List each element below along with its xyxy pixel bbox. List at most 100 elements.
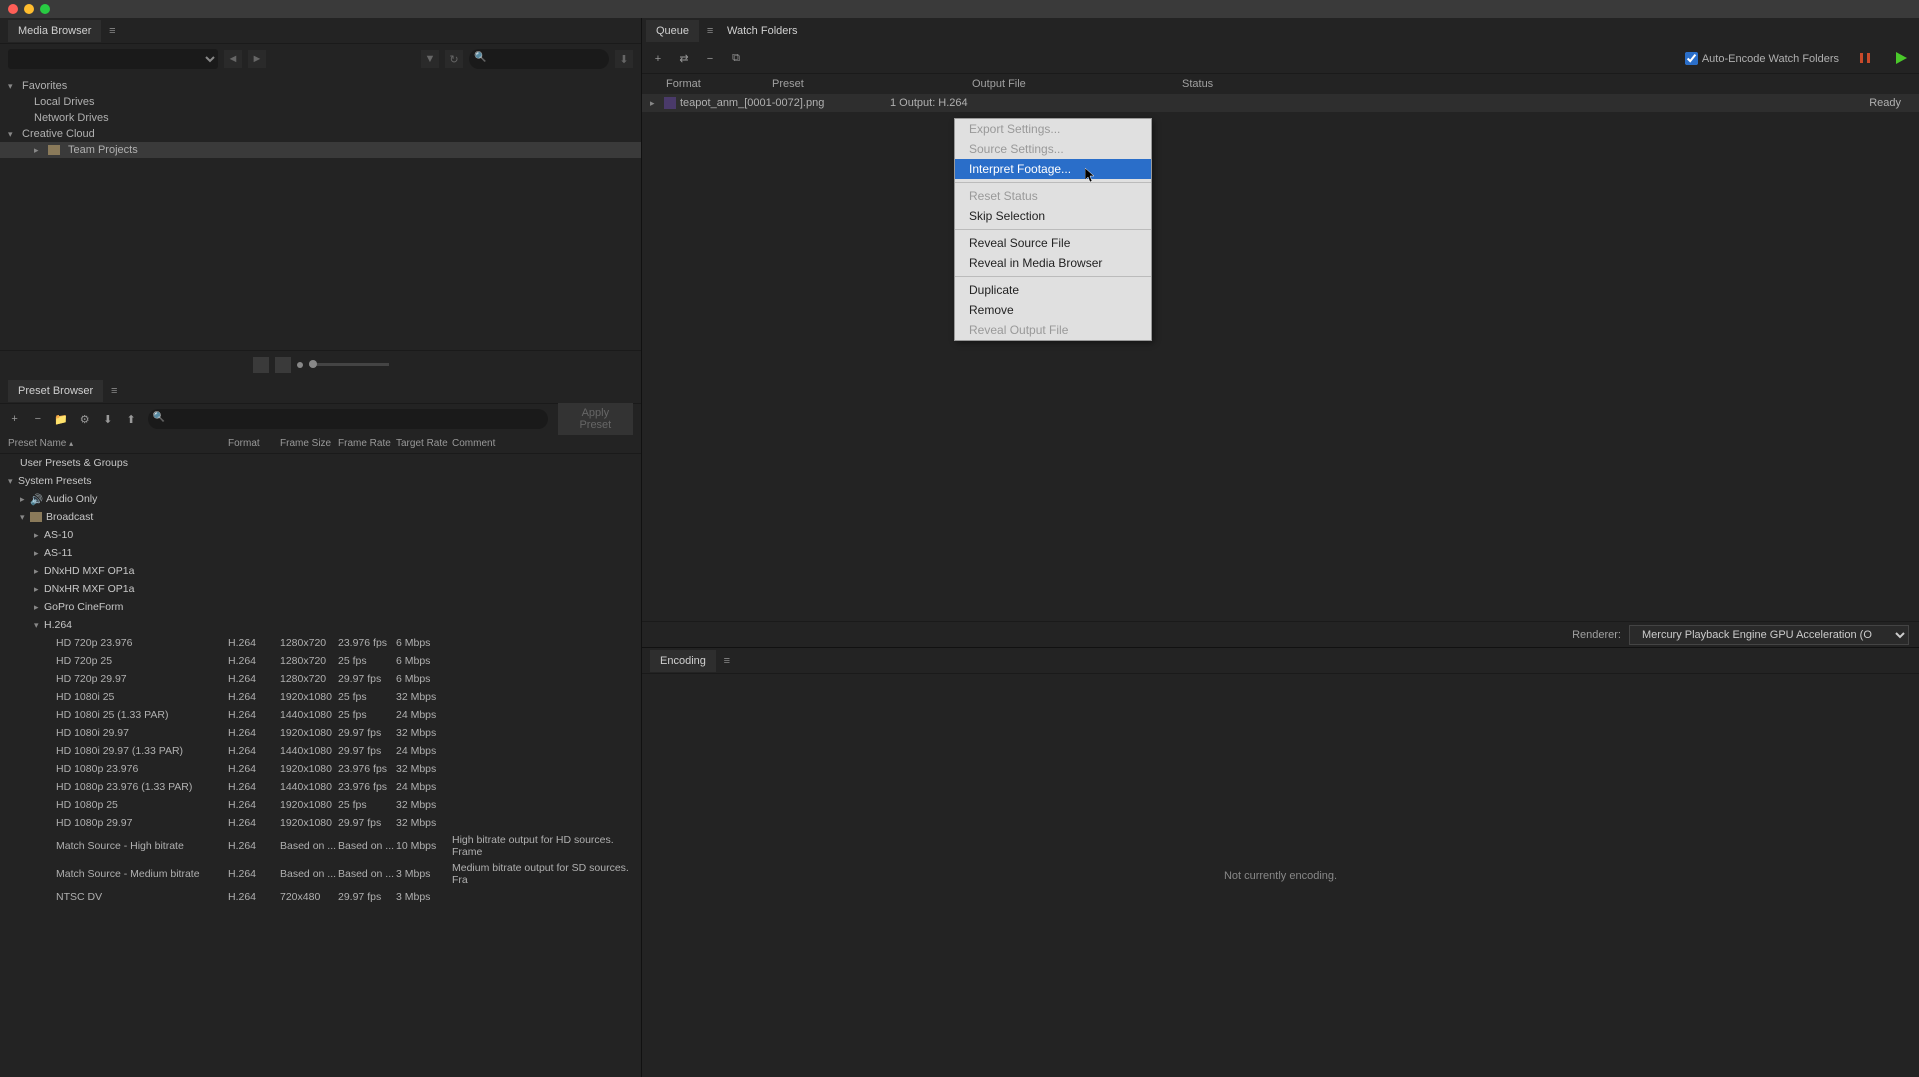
expand-arrow-icon[interactable]: ▸ bbox=[650, 98, 660, 109]
preset-row[interactable]: HD 1080p 29.97H.2641920x108029.97 fps32 … bbox=[0, 814, 641, 832]
preset-row[interactable]: HD 720p 25H.2641280x72025 fps6 Mbps bbox=[0, 652, 641, 670]
system-presets-group[interactable]: ▾System Presets bbox=[0, 472, 641, 490]
preset-format: H.264 bbox=[228, 799, 280, 811]
maximize-window-button[interactable] bbox=[40, 4, 50, 14]
panel-menu-icon[interactable]: ≡ bbox=[703, 24, 717, 38]
ctx-interpret-footage[interactable]: Interpret Footage... bbox=[955, 159, 1151, 179]
media-browser-search-input[interactable] bbox=[469, 49, 609, 69]
ctx-separator bbox=[955, 182, 1151, 183]
preset-format: H.264 bbox=[228, 781, 280, 793]
preset-browser-tab[interactable]: Preset Browser bbox=[8, 380, 103, 402]
queue-tab[interactable]: Queue bbox=[646, 20, 699, 42]
ctx-duplicate[interactable]: Duplicate bbox=[955, 280, 1151, 300]
tree-favorites[interactable]: ▾Favorites bbox=[0, 78, 641, 94]
as11-group[interactable]: ▸AS-11 bbox=[0, 544, 641, 562]
ctx-remove[interactable]: Remove bbox=[955, 300, 1151, 320]
dnxhd-group[interactable]: ▸DNxHD MXF OP1a bbox=[0, 562, 641, 580]
preset-row[interactable]: Match Source - Medium bitrateH.264Based … bbox=[0, 860, 641, 888]
audio-only-group[interactable]: ▸🔊Audio Only bbox=[0, 490, 641, 508]
user-presets-group[interactable]: User Presets & Groups bbox=[0, 454, 641, 472]
qcol-preset[interactable]: Preset bbox=[772, 78, 972, 90]
col-header-format[interactable]: Format bbox=[228, 438, 280, 449]
renderer-dropdown[interactable]: Mercury Playback Engine GPU Acceleration… bbox=[1629, 625, 1909, 645]
close-window-button[interactable] bbox=[8, 4, 18, 14]
col-header-comment[interactable]: Comment bbox=[452, 438, 633, 449]
preset-framesize: 1920x1080 bbox=[280, 817, 338, 829]
preset-row[interactable]: HD 1080i 29.97 (1.33 PAR)H.2641440x10802… bbox=[0, 742, 641, 760]
preset-format: H.264 bbox=[228, 763, 280, 775]
pause-queue-button[interactable] bbox=[1857, 50, 1875, 68]
preset-row[interactable]: HD 1080i 25H.2641920x108025 fps32 Mbps bbox=[0, 688, 641, 706]
watch-folders-tab[interactable]: Watch Folders bbox=[717, 20, 808, 42]
tree-network-drives[interactable]: Network Drives bbox=[0, 110, 641, 126]
encoding-tab[interactable]: Encoding bbox=[650, 650, 716, 672]
preset-framerate: Based on ... bbox=[338, 840, 396, 852]
preset-row[interactable]: HD 720p 23.976H.2641280x72023.976 fps6 M… bbox=[0, 634, 641, 652]
col-header-targetrate[interactable]: Target Rate bbox=[396, 438, 452, 449]
preset-format: H.264 bbox=[228, 891, 280, 903]
thumbnail-size-slider[interactable] bbox=[309, 363, 389, 366]
auto-encode-checkbox[interactable] bbox=[1685, 52, 1698, 65]
preset-row[interactable]: HD 1080i 25 (1.33 PAR)H.2641440x108025 f… bbox=[0, 706, 641, 724]
h264-group[interactable]: ▾H.264 bbox=[0, 616, 641, 634]
minimize-window-button[interactable] bbox=[24, 4, 34, 14]
panel-menu-icon[interactable]: ≡ bbox=[105, 24, 119, 38]
refresh-icon[interactable]: ↻ bbox=[445, 50, 463, 68]
broadcast-group[interactable]: ▾Broadcast bbox=[0, 508, 641, 526]
preset-row[interactable]: HD 1080p 25H.2641920x108025 fps32 Mbps bbox=[0, 796, 641, 814]
ingest-icon[interactable]: ⬇ bbox=[615, 50, 633, 68]
filter-icon[interactable]: ▼ bbox=[421, 50, 439, 68]
col-header-framesize[interactable]: Frame Size bbox=[280, 438, 338, 449]
queue-item-filename: teapot_anm_[0001-0072].png bbox=[680, 97, 890, 109]
col-header-name[interactable]: Preset Name ▴ bbox=[8, 438, 228, 449]
apply-preset-button[interactable]: Apply Preset bbox=[558, 403, 633, 435]
preset-targetrate: 6 Mbps bbox=[396, 673, 452, 685]
tree-local-drives[interactable]: Local Drives bbox=[0, 94, 641, 110]
panel-menu-icon[interactable]: ≡ bbox=[107, 384, 121, 398]
list-view-button[interactable] bbox=[275, 357, 291, 373]
nav-forward-button[interactable]: ► bbox=[248, 50, 266, 68]
col-header-framerate[interactable]: Frame Rate bbox=[338, 438, 396, 449]
preset-row[interactable]: HD 1080p 23.976 (1.33 PAR)H.2641440x1080… bbox=[0, 778, 641, 796]
add-preset-icon[interactable]: + bbox=[8, 411, 21, 427]
queue-item-row[interactable]: ▸ teapot_anm_[0001-0072].png 1 Output: H… bbox=[642, 94, 1919, 112]
ctx-skip-selection[interactable]: Skip Selection bbox=[955, 206, 1151, 226]
add-output-icon[interactable]: ⇄ bbox=[676, 51, 692, 67]
qcol-output[interactable]: Output File bbox=[972, 78, 1182, 90]
add-source-icon[interactable]: + bbox=[650, 51, 666, 67]
preset-row[interactable]: HD 1080p 23.976H.2641920x108023.976 fps3… bbox=[0, 760, 641, 778]
preset-row[interactable]: HD 1080i 29.97H.2641920x108029.97 fps32 … bbox=[0, 724, 641, 742]
ctx-reveal-media-browser[interactable]: Reveal in Media Browser bbox=[955, 253, 1151, 273]
ctx-reveal-source[interactable]: Reveal Source File bbox=[955, 233, 1151, 253]
tree-label: Favorites bbox=[22, 80, 67, 92]
media-browser-tab[interactable]: Media Browser bbox=[8, 20, 101, 42]
new-group-icon[interactable]: 📁 bbox=[54, 411, 68, 427]
tree-creative-cloud[interactable]: ▾Creative Cloud bbox=[0, 126, 641, 142]
import-preset-icon[interactable]: ⬇ bbox=[101, 411, 114, 427]
folder-icon bbox=[48, 145, 60, 155]
thumbnail-view-button[interactable] bbox=[253, 357, 269, 373]
remove-icon[interactable]: − bbox=[702, 51, 718, 67]
gopro-group[interactable]: ▸GoPro CineForm bbox=[0, 598, 641, 616]
preset-search-input[interactable] bbox=[148, 409, 548, 429]
delete-preset-icon[interactable]: − bbox=[31, 411, 44, 427]
preset-framesize: 720x480 bbox=[280, 891, 338, 903]
dnxhr-group[interactable]: ▸DNxHR MXF OP1a bbox=[0, 580, 641, 598]
preset-settings-icon[interactable]: ⚙ bbox=[78, 411, 91, 427]
nav-back-button[interactable]: ◄ bbox=[224, 50, 242, 68]
start-queue-button[interactable] bbox=[1893, 50, 1911, 68]
panel-menu-icon[interactable]: ≡ bbox=[720, 654, 734, 668]
tree-team-projects[interactable]: ▸Team Projects bbox=[0, 142, 641, 158]
export-preset-icon[interactable]: ⬆ bbox=[124, 411, 137, 427]
preset-framerate: 23.976 fps bbox=[338, 637, 396, 649]
tree-label: Network Drives bbox=[34, 112, 109, 124]
media-browser-path-dropdown[interactable] bbox=[8, 49, 218, 69]
duplicate-icon[interactable]: ⧉ bbox=[728, 51, 744, 67]
preset-framerate: Based on ... bbox=[338, 868, 396, 880]
preset-row[interactable]: Match Source - High bitrateH.264Based on… bbox=[0, 832, 641, 860]
qcol-format[interactable]: Format bbox=[666, 78, 772, 90]
as10-group[interactable]: ▸AS-10 bbox=[0, 526, 641, 544]
preset-row[interactable]: NTSC DVH.264720x48029.97 fps3 Mbps bbox=[0, 888, 641, 906]
qcol-status[interactable]: Status bbox=[1182, 78, 1911, 90]
preset-row[interactable]: HD 720p 29.97H.2641280x72029.97 fps6 Mbp… bbox=[0, 670, 641, 688]
